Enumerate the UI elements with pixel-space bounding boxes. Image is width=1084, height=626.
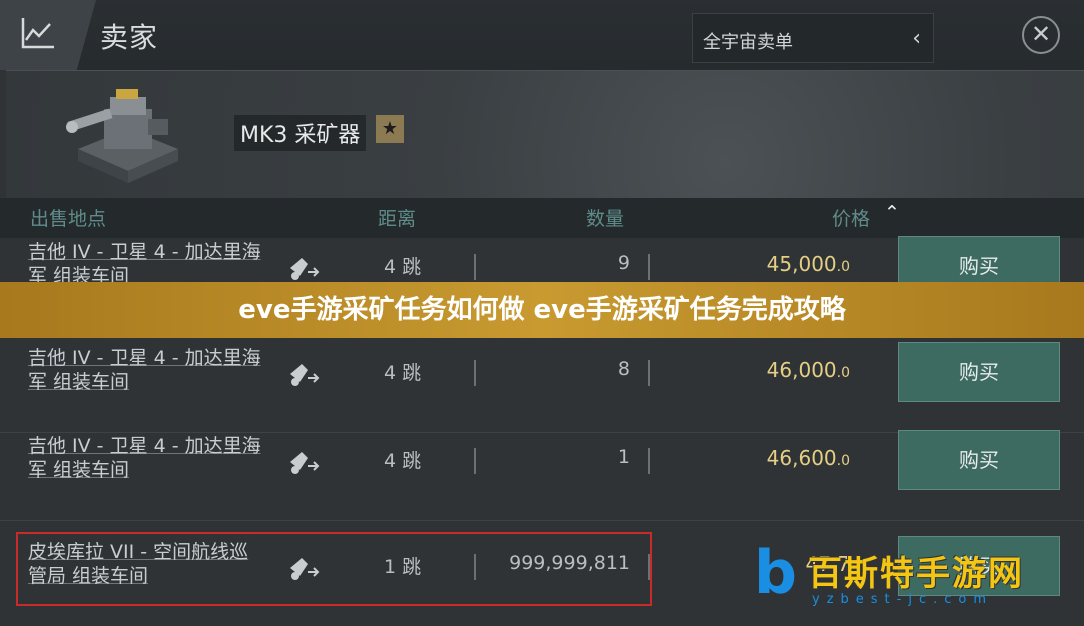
top-bar: 卖家 全宇宙卖单 ‹ ✕ [0, 0, 1084, 70]
location-line: 吉他 IV - 卫星 4 - 加达里海 [28, 347, 261, 369]
site-watermark: b 百斯特手游网 yzbest-jc.com [748, 540, 1078, 616]
favorite-star-button[interactable]: ★ [376, 115, 404, 143]
set-destination-icon[interactable] [288, 448, 322, 478]
row-price: 46,600.0 [767, 446, 850, 470]
line-chart-icon [21, 18, 54, 49]
row-jumps: 4 跳 [384, 362, 422, 384]
divider [474, 448, 476, 474]
row-jumps: 4 跳 [384, 450, 422, 472]
row-location[interactable]: 吉他 IV - 卫星 4 - 加达里海 军 组装车间 [28, 434, 286, 482]
watermark-url: yzbest-jc.com [812, 592, 993, 607]
watermark-text: 百斯特手游网 [808, 554, 1024, 594]
row-quantity: 1 [617, 446, 630, 468]
close-button[interactable]: ✕ [1022, 16, 1060, 54]
location-line: 军 组装车间 [28, 371, 130, 393]
row-location[interactable]: 吉他 IV - 卫星 4 - 加达里海 军 组装车间 [28, 346, 286, 394]
divider [474, 360, 476, 386]
location-line: 吉他 IV - 卫星 4 - 加达里海 [28, 435, 261, 457]
mining-laser-image [66, 89, 178, 183]
market-chart-button[interactable] [0, 0, 96, 70]
buy-button[interactable]: 购买 [898, 342, 1060, 402]
highlight-box [16, 532, 652, 606]
article-title-banner: eve手游采矿任务如何做 eve手游采矿任务完成攻略 [0, 282, 1084, 338]
row-quantity: 9 [617, 252, 630, 274]
location-line: 军 组装车间 [28, 459, 130, 481]
row-quantity: 8 [617, 358, 630, 380]
divider [474, 254, 476, 280]
set-destination-icon[interactable] [288, 360, 322, 390]
divider [648, 254, 650, 280]
item-name: MK3 采矿器 [234, 115, 367, 151]
row-price: 45,000.0 [767, 252, 850, 276]
location-line: 吉他 IV - 卫星 4 - 加达里海 [28, 241, 261, 263]
price-value: 46,000 [766, 358, 837, 382]
buy-button[interactable]: 购买 [898, 430, 1060, 490]
price-decimal: .0 [836, 259, 850, 275]
star-icon: ★ [381, 118, 399, 139]
item-header: MK3 采矿器 ★ [6, 70, 1084, 199]
price-decimal: .0 [836, 453, 850, 469]
set-destination-icon[interactable] [288, 254, 322, 284]
market-scope-value: 全宇宙卖单 [703, 32, 793, 53]
sort-ascending-icon[interactable]: ⌃ [884, 202, 900, 224]
price-value: 45,000 [766, 252, 837, 276]
close-icon: ✕ [1030, 20, 1052, 48]
chevron-left-icon: ‹ [912, 26, 921, 51]
table-row: 吉他 IV - 卫星 4 - 加达里海 军 组装车间 4 跳 8 46,000.… [0, 332, 1084, 433]
price-value: 46,600 [766, 446, 837, 470]
row-jumps: 4 跳 [384, 256, 422, 278]
divider [648, 448, 650, 474]
divider [648, 360, 650, 386]
row-location[interactable]: 吉他 IV - 卫星 4 - 加达里海 军 组装车间 [28, 240, 286, 288]
market-scope-select[interactable]: 全宇宙卖单 ‹ [692, 13, 934, 63]
table-row: 吉他 IV - 卫星 4 - 加达里海 军 组装车间 4 跳 1 46,600.… [0, 420, 1084, 521]
site-logo-icon: b [754, 538, 797, 608]
row-price: 46,000.0 [767, 358, 850, 382]
price-decimal: .0 [836, 365, 850, 381]
page-title: 卖家 [100, 21, 159, 54]
